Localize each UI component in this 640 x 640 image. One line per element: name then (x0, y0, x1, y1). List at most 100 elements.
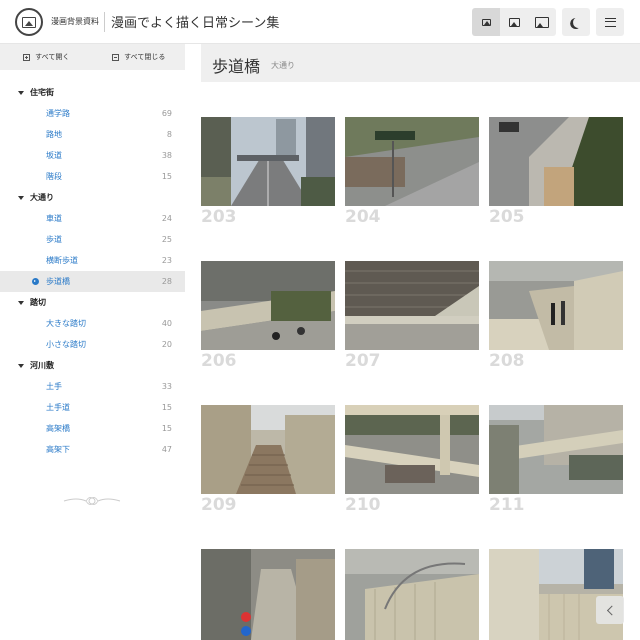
sidebar-item[interactable]: 土手 33 (0, 376, 185, 397)
photo-thumbnail[interactable] (345, 117, 479, 206)
photo-number: 210 (345, 495, 381, 515)
item-label: 横断歩道 (46, 256, 78, 265)
large-image-view-button[interactable] (528, 8, 556, 36)
caret-down-icon (18, 195, 24, 200)
photo-thumbnail[interactable] (489, 117, 623, 206)
item-label: 高架下 (46, 445, 70, 454)
expand-all-label: すべて開く (35, 53, 70, 61)
photo-thumbnail[interactable] (201, 117, 335, 206)
category-label: 河川敷 (30, 361, 54, 370)
item-label: 坂道 (46, 151, 62, 160)
sidebar-item[interactable]: 歩道 25 (0, 229, 185, 250)
photo-thumbnail[interactable] (345, 261, 479, 350)
brand-name[interactable]: 漫画背景資料 (51, 16, 99, 27)
photo-number: 211 (489, 495, 525, 515)
hamburger-icon (604, 17, 616, 27)
item-count: 15 (161, 424, 172, 433)
item-label: 土手 (46, 382, 62, 391)
item-count: 40 (161, 319, 172, 328)
item-count: 33 (161, 382, 172, 391)
item-label: 歩道 (46, 235, 62, 244)
item-count: 8 (166, 130, 172, 139)
menu-button[interactable] (596, 8, 624, 36)
site-title[interactable]: 漫画でよく描く日常シーン集 (111, 12, 279, 31)
chevron-up-icon (606, 605, 617, 615)
item-label: 歩道橋 (46, 277, 70, 286)
category-tree: 住宅街 通学路 69 路地 8 坂道 38 階段 15 大通り 車道 24 歩道 25 横断… (0, 82, 185, 460)
expand-all-button[interactable]: すべて開く (0, 44, 93, 70)
sidebar-item[interactable]: 大きな踏切 40 (0, 313, 185, 334)
item-count: 28 (161, 277, 172, 286)
top-header: 漫画背景資料 漫画でよく描く日常シーン集 (0, 0, 640, 44)
photo-thumbnail[interactable] (489, 549, 623, 640)
sidebar-item[interactable]: 小さな踏切 20 (0, 334, 185, 355)
photo-number: 205 (489, 207, 525, 227)
item-count: 38 (161, 151, 172, 160)
photo-thumbnail[interactable] (489, 261, 623, 350)
category-label: 踏切 (30, 298, 46, 307)
sidebar: すべて開く すべて閉じる 住宅街 通学路 69 路地 8 坂道 38 階段 15 大通り… (0, 44, 185, 640)
photo-number: 206 (201, 351, 237, 371)
category-label: 大通り (30, 193, 54, 202)
photo-thumbnail[interactable] (345, 405, 479, 494)
photo-number: 209 (201, 495, 237, 515)
moon-icon (571, 15, 585, 29)
sidebar-item[interactable]: 高架橋 15 (0, 418, 185, 439)
sidebar-item[interactable]: 通学路 69 (0, 103, 185, 124)
page-header: 歩道橋 大通り (201, 44, 640, 82)
caret-down-icon (18, 300, 24, 305)
image-small-icon (481, 18, 491, 26)
medium-image-view-button[interactable] (500, 8, 528, 36)
category-main-street[interactable]: 大通り (0, 187, 185, 208)
minus-square-icon (112, 53, 120, 61)
photo-number: 207 (345, 351, 381, 371)
sidebar-item[interactable]: 路地 8 (0, 124, 185, 145)
small-image-view-button[interactable] (472, 8, 500, 36)
category-label: 住宅街 (30, 88, 54, 97)
photo-thumbnail[interactable] (201, 405, 335, 494)
sidebar-item[interactable]: 車道 24 (0, 208, 185, 229)
photo-number: 208 (489, 351, 525, 371)
ornament-divider (63, 497, 121, 505)
photo-thumbnail[interactable] (489, 405, 623, 494)
item-label: 路地 (46, 130, 62, 139)
sidebar-item[interactable]: 階段 15 (0, 166, 185, 187)
logo[interactable] (15, 8, 43, 36)
collapse-all-button[interactable]: すべて閉じる (93, 44, 186, 70)
category-riverbank[interactable]: 河川敷 (0, 355, 185, 376)
play-circle-icon (32, 278, 39, 285)
caret-down-icon (18, 90, 24, 95)
item-label: 大きな踏切 (46, 319, 86, 328)
item-count: 24 (161, 214, 172, 223)
sidebar-item[interactable]: 高架下 47 (0, 439, 185, 460)
category-railroad-crossing[interactable]: 踏切 (0, 292, 185, 313)
photo-thumbnail[interactable] (201, 261, 335, 350)
item-label: 階段 (46, 172, 62, 181)
page-subtitle[interactable]: 大通り (271, 60, 295, 71)
photo-thumbnail[interactable] (345, 549, 479, 640)
item-label: 小さな踏切 (46, 340, 86, 349)
item-label: 土手道 (46, 403, 70, 412)
item-count: 47 (161, 445, 172, 454)
item-count: 15 (161, 172, 172, 181)
item-count: 20 (161, 340, 172, 349)
photo-thumbnail[interactable] (201, 549, 335, 640)
item-count: 15 (161, 403, 172, 412)
caret-down-icon (18, 363, 24, 368)
sidebar-item-active[interactable]: 歩道橋 28 (0, 271, 185, 292)
item-label: 車道 (46, 214, 62, 223)
sidebar-item[interactable]: 坂道 38 (0, 145, 185, 166)
photo-number: 203 (201, 207, 237, 227)
item-count: 23 (161, 256, 172, 265)
sidebar-item[interactable]: 横断歩道 23 (0, 250, 185, 271)
category-residential[interactable]: 住宅街 (0, 82, 185, 103)
expand-controls: すべて開く すべて閉じる (0, 44, 185, 70)
collapse-all-label: すべて閉じる (124, 53, 166, 61)
item-label: 高架橋 (46, 424, 70, 433)
image-large-icon (535, 16, 549, 28)
scroll-to-top-button[interactable] (596, 596, 624, 624)
dark-mode-button[interactable] (562, 8, 590, 36)
item-count: 25 (161, 235, 172, 244)
photo-number: 204 (345, 207, 381, 227)
sidebar-item[interactable]: 土手道 15 (0, 397, 185, 418)
